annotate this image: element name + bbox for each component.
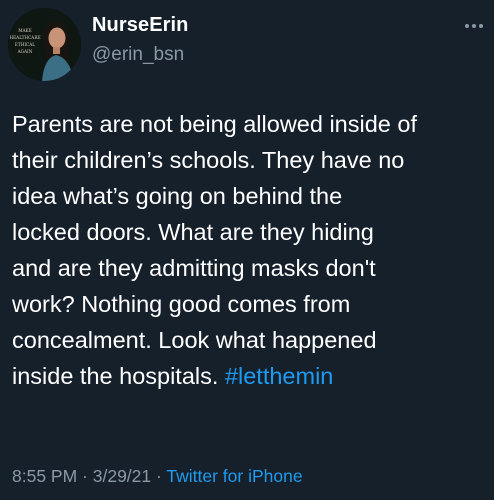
tweet-text: Parents are not being allowed inside of … [12, 106, 486, 394]
display-name[interactable]: NurseErin [92, 14, 189, 37]
tweet-text-line: idea what’s going on behind the [12, 183, 343, 209]
meta-separator: · [77, 466, 93, 486]
tweet-text-line: work? Nothing good comes from [12, 291, 351, 317]
tweet-text-line: and are they admitting masks don't [12, 255, 376, 281]
tweet-date[interactable]: 3/29/21 [93, 466, 151, 486]
tweet-text-line: Parents are not being allowed inside of [12, 111, 417, 137]
hashtag-link[interactable]: #letthemin [225, 363, 333, 389]
tweet-text-line: inside the hospitals. [12, 363, 225, 389]
avatar-text-line: ETHICAL [15, 42, 35, 47]
tweet-text-line: their children’s schools. They have no [12, 147, 405, 173]
more-horizontal-icon [465, 24, 483, 28]
avatar-text-line: AGAIN [17, 49, 33, 54]
meta-separator: · [151, 466, 167, 486]
user-handle[interactable]: @erin_bsn [92, 44, 184, 66]
avatar-image: MAKE HEALTHCARE ETHICAL AGAIN [8, 8, 81, 81]
tweet-text-line: concealment. Look what happened [12, 327, 377, 353]
tweet-metadata: 8:55 PM · 3/29/21 · Twitter for iPhone [12, 466, 303, 487]
more-options-button[interactable] [462, 14, 486, 38]
tweet-source-link[interactable]: Twitter for iPhone [166, 466, 302, 486]
tweet-time: 8:55 PM [12, 466, 78, 486]
tweet-text-line: locked doors. What are they hiding [12, 219, 374, 245]
avatar[interactable]: MAKE HEALTHCARE ETHICAL AGAIN [8, 8, 81, 81]
avatar-text-line: HEALTHCARE [9, 35, 40, 40]
tweet-text-last-line: inside the hospitals. #letthemin [12, 358, 486, 394]
avatar-text-line: MAKE [18, 28, 32, 33]
tweet-card: MAKE HEALTHCARE ETHICAL AGAIN NurseErin … [0, 0, 494, 500]
